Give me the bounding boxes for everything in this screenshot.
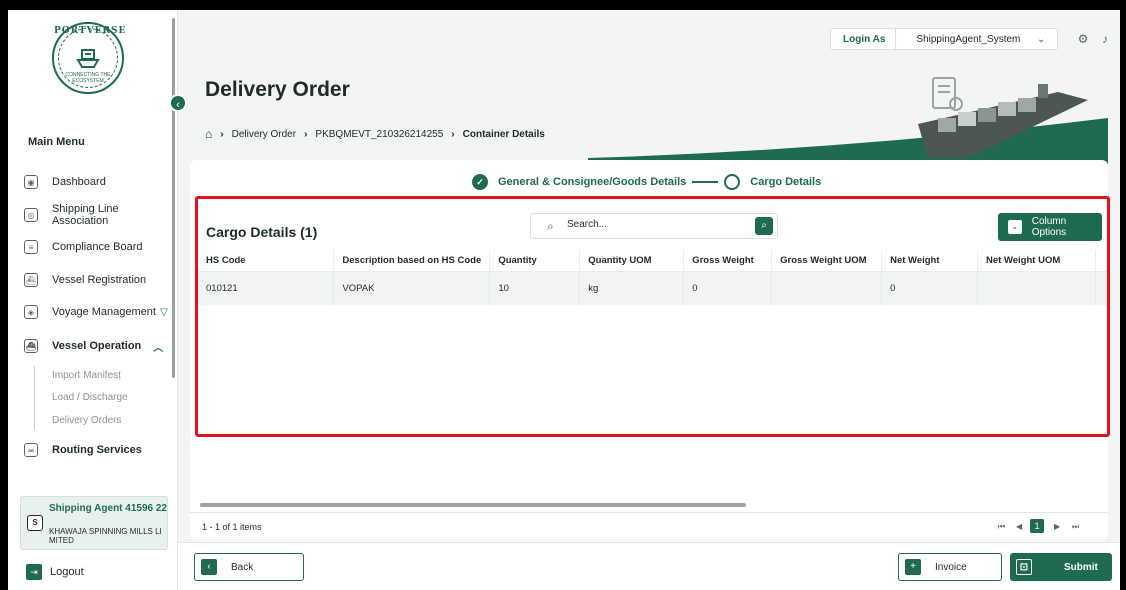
stepper-connector bbox=[692, 181, 719, 183]
first-page-icon[interactable]: ⏮ bbox=[998, 522, 1005, 532]
sidebar-subitem-delivery-orders[interactable]: Delivery Orders bbox=[52, 415, 121, 426]
voyage-icon: ◈ bbox=[24, 305, 38, 319]
next-page-icon[interactable]: ▶ bbox=[1054, 522, 1060, 531]
notification-bell-icon[interactable]: ♪ bbox=[1098, 32, 1112, 46]
invoice-button[interactable]: + Invoice bbox=[898, 553, 1002, 581]
agent-name: Shipping Agent 41596 22 bbox=[49, 503, 167, 514]
sidebar-item-vessel-registration[interactable]: ⛴ Vessel Registration bbox=[24, 270, 146, 290]
sidebar-collapse-button[interactable]: ‹ bbox=[169, 94, 187, 112]
page-number-button[interactable]: 1 bbox=[1030, 519, 1044, 533]
chevron-down-icon: ▽ bbox=[159, 306, 168, 318]
logout-icon: ⇥ bbox=[26, 564, 42, 580]
save-icon: ⊡ bbox=[1016, 559, 1032, 575]
content-card: ✓ General & Consignee/Goods Details Carg… bbox=[190, 160, 1111, 540]
sidebar-item-label: Dashboard bbox=[52, 176, 106, 188]
logo-tagline: CONNECTING THE ECOSYSTEM bbox=[65, 72, 111, 84]
sidebar-item-label: Shipping Line Association bbox=[51, 203, 119, 227]
sidebar-subitem-import-manifest[interactable]: Import Manifest bbox=[52, 370, 121, 381]
ship-icon: ⛴ bbox=[24, 339, 38, 353]
routing-icon: ∞ bbox=[24, 443, 38, 457]
back-button[interactable]: ‹ Back bbox=[194, 553, 304, 581]
submit-label: Submit bbox=[1064, 561, 1098, 573]
sidebar-item-label: Vessel Operation bbox=[52, 340, 142, 352]
breadcrumb-delivery-order[interactable]: Delivery Order bbox=[232, 129, 296, 140]
step-circle-icon bbox=[724, 174, 741, 190]
login-as-select[interactable]: Login As ShippingAgent_System ⌄ bbox=[830, 28, 1058, 50]
submit-button[interactable]: ⊡ Submit bbox=[1010, 553, 1112, 581]
pager-info: 1 - 1 of 1 items bbox=[202, 522, 262, 532]
sidebar-item-label: Routing Services bbox=[52, 444, 142, 456]
login-as-value: ShippingAgent_System bbox=[916, 33, 1021, 45]
main-menu-heading: Main Menu bbox=[28, 136, 85, 148]
back-label: Back bbox=[231, 561, 254, 573]
chevron-left-icon: ‹ bbox=[201, 559, 217, 575]
sidebar-subitem-load-discharge[interactable]: Load / Discharge bbox=[52, 392, 128, 403]
horizontal-scrollbar[interactable] bbox=[200, 503, 746, 507]
sidebar-item-vessel-operation[interactable]: ⛴ Vessel Operation ︿ bbox=[24, 336, 163, 356]
settings-icon[interactable]: ⚙ bbox=[1076, 32, 1090, 46]
breadcrumb-separator-icon: › bbox=[451, 128, 455, 140]
step-general-consignee[interactable]: General & Consignee/Goods Details bbox=[498, 176, 686, 188]
pager: 1 - 1 of 1 items ⏮ ◀ 1 ▶ ⏭ bbox=[190, 512, 1108, 540]
plus-icon: + bbox=[905, 559, 921, 575]
sidebar-item-dashboard[interactable]: ◉ Dashboard bbox=[24, 172, 106, 192]
logout-label: Logout bbox=[50, 566, 84, 578]
avatar: S bbox=[27, 515, 43, 531]
chevron-down-icon: ⌄ bbox=[1037, 33, 1046, 45]
sidebar-item-label: Vessel Registration bbox=[52, 274, 147, 286]
check-icon: ✓ bbox=[472, 174, 488, 190]
breadcrumb-order-id[interactable]: PKBQMEVT_210326214255 bbox=[315, 129, 443, 140]
association-icon: ◎ bbox=[24, 208, 38, 222]
app-frame: PORTVERSE CONNECTING THE ECOSYSTEM Main … bbox=[8, 10, 1120, 590]
dashboard-icon: ◉ bbox=[24, 175, 38, 189]
sidebar-item-label: Voyage Management bbox=[52, 306, 156, 318]
breadcrumb-separator-icon: › bbox=[220, 128, 224, 140]
agent-card[interactable]: S Shipping Agent 41596 22 KHAWAJA SPINNI… bbox=[20, 496, 168, 550]
sidebar-scrollbar[interactable] bbox=[172, 18, 175, 378]
sidebar-item-routing-services[interactable]: ∞ Routing Services bbox=[24, 440, 142, 460]
sidebar: PORTVERSE CONNECTING THE ECOSYSTEM Main … bbox=[8, 10, 178, 590]
previous-page-icon[interactable]: ◀ bbox=[1016, 522, 1022, 531]
sidebar-item-label: Compliance Board bbox=[52, 241, 143, 253]
stepper: ✓ General & Consignee/Goods Details Carg… bbox=[472, 172, 821, 192]
ship-icon: ⛴ bbox=[24, 273, 38, 287]
logo-text: PORTVERSE bbox=[54, 26, 127, 36]
breadcrumb-current: Container Details bbox=[462, 128, 545, 140]
breadcrumb: ⌂ › Delivery Order › PKBQMEVT_2103262142… bbox=[205, 127, 545, 141]
portverse-logo: PORTVERSE CONNECTING THE ECOSYSTEM bbox=[52, 22, 127, 94]
bottom-action-bar: ‹ Back + Invoice ⊡ Submit bbox=[178, 542, 1120, 590]
clipboard-icon: ≡ bbox=[24, 240, 38, 254]
highlight-box bbox=[195, 196, 1110, 437]
invoice-label: Invoice bbox=[935, 561, 967, 573]
sidebar-item-compliance-board[interactable]: ≡ Compliance Board bbox=[24, 237, 143, 257]
home-icon[interactable]: ⌂ bbox=[205, 127, 212, 141]
sidebar-item-voyage-management[interactable]: ◈ Voyage Management ▽ bbox=[24, 302, 168, 322]
login-as-label: Login As bbox=[831, 29, 897, 49]
sidebar-item-shipping-line-association[interactable]: ◎ Shipping Line Association bbox=[24, 203, 177, 227]
submenu-line bbox=[34, 366, 35, 430]
chevron-up-icon: ︿ bbox=[153, 342, 164, 354]
page-title: Delivery Order bbox=[205, 78, 350, 101]
step-cargo-details[interactable]: Cargo Details bbox=[750, 176, 821, 188]
container-ship-illustration bbox=[588, 77, 1108, 168]
breadcrumb-separator-icon: › bbox=[304, 128, 308, 140]
logout-button[interactable]: ⇥ Logout bbox=[26, 564, 84, 580]
last-page-icon[interactable]: ⏭ bbox=[1072, 522, 1079, 532]
topbar: Login As ShippingAgent_System ⌄ ⚙ ♪ bbox=[178, 10, 1120, 58]
agent-company: KHAWAJA SPINNING MILLS LI MITED bbox=[49, 527, 162, 545]
